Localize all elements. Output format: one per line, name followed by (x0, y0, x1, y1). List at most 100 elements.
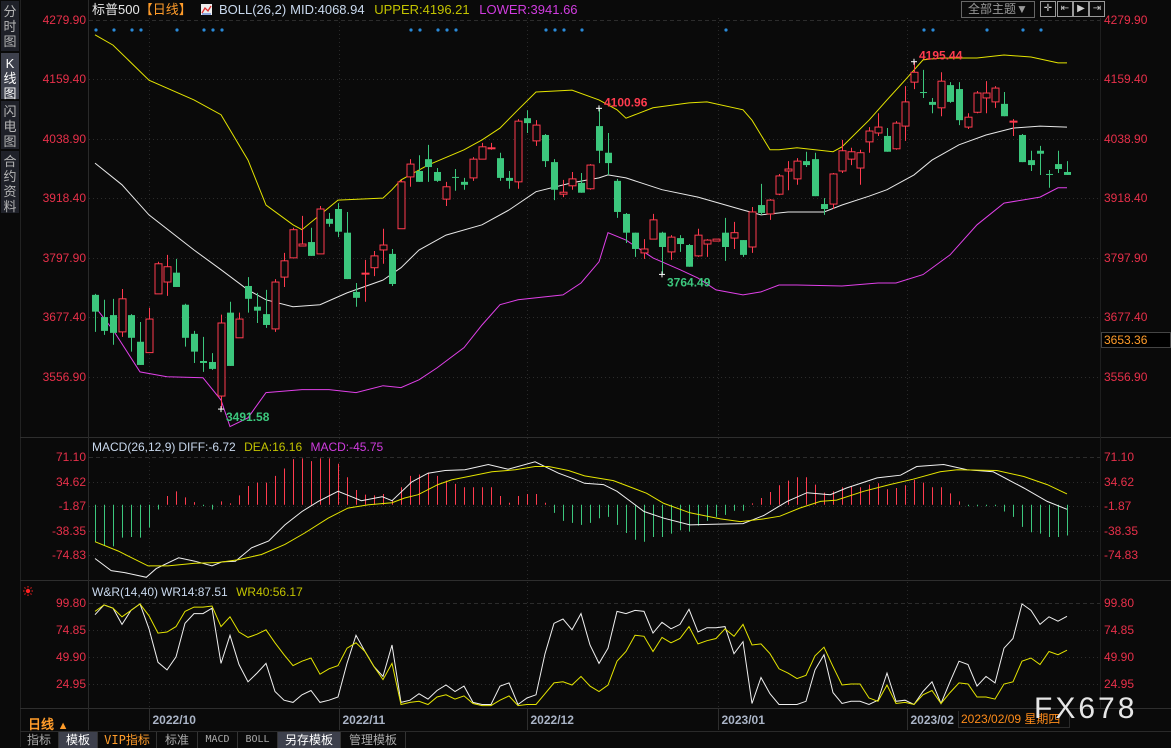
candle-body (758, 205, 765, 213)
wr-header: W&R(14,40) WR14:87.51 WR40:56.17 (92, 585, 308, 599)
candle-body (425, 159, 432, 168)
candle (353, 283, 360, 307)
candle-body (920, 92, 927, 94)
wr-tick-label: 49.90 (55, 650, 86, 664)
candle (173, 258, 180, 287)
zoom-range-icon[interactable]: ⇤ (1057, 1, 1073, 17)
candle-body (865, 130, 874, 143)
sun-icon[interactable] (23, 583, 33, 596)
candle-body (667, 236, 676, 253)
wr-name[interactable]: W&R(14,40) (92, 585, 158, 599)
candle-body (163, 266, 172, 283)
candle (263, 289, 270, 328)
macd-tick-label: -74.83 (51, 548, 86, 563)
candle-body (406, 163, 415, 178)
signal-marker-dot (112, 28, 116, 32)
month-tick-label: 2022/12 (530, 713, 574, 727)
signal-marker-dot (580, 28, 584, 32)
month-tick-label: 2023/01 (721, 713, 765, 727)
candle (722, 217, 729, 261)
macd-header: MACD(26,12,9) DIFF:-6.72 DEA:16.16 MACD:-… (92, 440, 388, 454)
candle (793, 158, 802, 185)
wr-tick-label: 49.90 (1104, 650, 1135, 664)
candle (964, 113, 973, 130)
candle-body (586, 164, 595, 190)
candle-body (209, 361, 216, 369)
signal-marker-dot (94, 28, 98, 32)
candle-body (353, 291, 360, 298)
macd-name[interactable]: MACD(26,12,9) (92, 440, 175, 454)
candle-body (335, 208, 342, 232)
candle (929, 97, 936, 114)
candle (442, 181, 451, 207)
candle-body (532, 124, 541, 142)
candle-body (235, 318, 244, 339)
candle (254, 292, 261, 323)
candle (209, 353, 216, 370)
signal-marker-dot (445, 28, 449, 32)
candle (316, 206, 325, 255)
play-step-icon[interactable]: ▶ (1073, 1, 1089, 17)
tab-indicators[interactable]: 指标 (20, 732, 59, 748)
crosshair-price-readout: 3653.36 (1101, 332, 1171, 348)
chart-canvas[interactable]: 4195.44 4100.96 3764.49 3491.58 (0, 0, 1171, 747)
tab-manage-templates[interactable]: 管理模板 (341, 732, 406, 748)
boll-upper-line (94, 34, 1067, 231)
period-label: 【日线】 (139, 2, 192, 17)
chart-header: 标普500【日线】 BOLL(26,2) MID:4068.94 UPPER:41… (92, 1, 584, 18)
candle-body (812, 159, 819, 197)
price-tick-label: 3797.90 (1104, 250, 1148, 265)
candle-body (686, 245, 693, 267)
candle (1019, 133, 1026, 163)
boll-chart-icon[interactable] (201, 4, 213, 15)
candle (361, 259, 370, 302)
signal-marker-dot (931, 28, 935, 32)
wr-tick-label: 74.85 (55, 623, 86, 637)
candle (784, 161, 793, 191)
candle (712, 238, 721, 242)
candle-body (370, 255, 379, 269)
candle-body (271, 281, 280, 330)
month-tick-label: 2022/11 (342, 713, 386, 727)
boll-indicator-name[interactable]: BOLL(26,2) (219, 2, 286, 17)
candle (551, 159, 558, 201)
tab-macd[interactable]: MACD (198, 732, 238, 748)
candle-body (632, 232, 639, 249)
candle-body (973, 92, 982, 113)
candle-body (514, 120, 523, 183)
price-tick-label: 3677.40 (42, 310, 86, 325)
candle (406, 159, 415, 187)
candle (326, 212, 333, 227)
candle-body (442, 186, 451, 200)
candle (865, 127, 874, 153)
candle-body (524, 118, 531, 124)
candle-body (568, 178, 577, 187)
candle-body (487, 147, 496, 150)
candle-body (614, 180, 621, 212)
tab-boll[interactable]: BOLL (238, 732, 278, 748)
macd-diff-value: DIFF:-6.72 (178, 440, 236, 454)
candle-body (344, 232, 351, 280)
theme-select[interactable]: 全部主题▼ (961, 1, 1035, 18)
price-tick-label: 3556.90 (42, 369, 86, 384)
candle-body (361, 272, 370, 275)
candle (578, 172, 585, 193)
candle-body (712, 238, 721, 242)
high-price-label: 4100.96 (604, 95, 648, 109)
signal-marker-dot (553, 28, 557, 32)
tab-save-template[interactable]: 另存模板 (278, 732, 341, 748)
boll-mid-value: MID:4068.94 (290, 2, 365, 17)
crosshair-icon[interactable]: ✛ (1040, 1, 1056, 17)
tab-templates[interactable]: 模板 (59, 732, 98, 748)
tab-standard[interactable]: 标准 (157, 732, 198, 748)
wr-tick-label: 99.80 (55, 595, 86, 610)
candle-body (623, 213, 630, 233)
candle-body (182, 304, 189, 338)
wr14-line (94, 603, 1068, 706)
candle (730, 221, 739, 249)
tab-vip-indicators[interactable]: VIP指标 (98, 732, 157, 748)
candle-body (200, 360, 207, 363)
candle-body (640, 248, 649, 254)
jump-end-icon[interactable]: ⇥ (1089, 1, 1105, 17)
month-tick-label: 2023/02 (910, 713, 954, 727)
